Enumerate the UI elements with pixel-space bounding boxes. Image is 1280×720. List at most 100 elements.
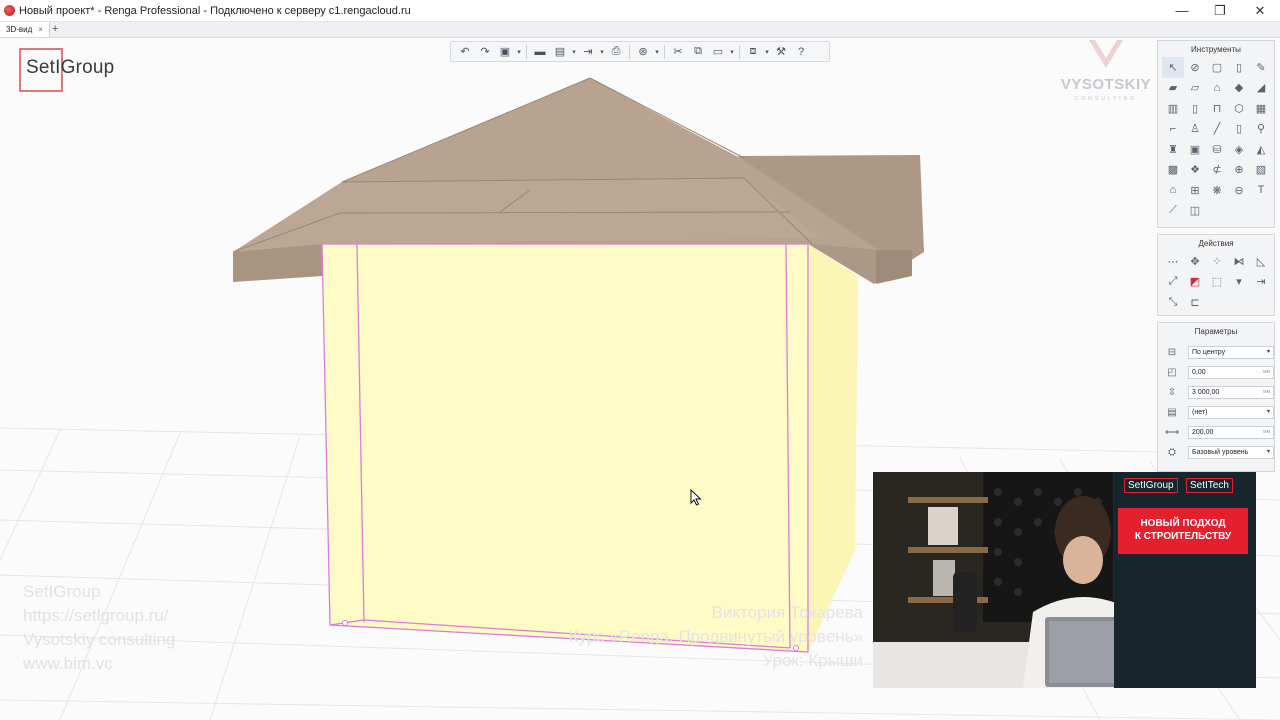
- fitting-icon[interactable]: ⊕: [1228, 160, 1250, 181]
- room-icon[interactable]: ▢: [1206, 57, 1228, 78]
- param-row-level: ⛭ Базовый уровень ▾: [1158, 442, 1274, 462]
- assembly-icon[interactable]: ❖: [1184, 160, 1206, 181]
- element-icon[interactable]: ♜: [1162, 139, 1184, 160]
- settings-wrench-icon[interactable]: ⚒: [771, 43, 791, 61]
- house-icon[interactable]: ⌂: [1162, 180, 1184, 201]
- axis-icon[interactable]: ⟋: [1162, 201, 1184, 222]
- split-icon[interactable]: ⬚: [1206, 272, 1228, 293]
- pencil-icon[interactable]: ✎: [1250, 57, 1272, 78]
- profile-icon[interactable]: ⊏: [1184, 292, 1206, 313]
- group-icon[interactable]: ❋: [1206, 180, 1228, 201]
- paste-icon[interactable]: ▭: [708, 43, 728, 61]
- railing-icon[interactable]: ⊓: [1206, 98, 1228, 119]
- offset-input[interactable]: 0,00 мм: [1188, 365, 1274, 379]
- foundation-icon[interactable]: ◭: [1250, 139, 1272, 160]
- watermark-line: Курс «Renga. Продвинутый уровень»: [568, 627, 863, 646]
- param-row-thickness: ⟷ 200,00 мм: [1158, 422, 1274, 442]
- align-icon[interactable]: ⤢: [1162, 272, 1184, 293]
- library-icon[interactable]: ⊞: [1184, 180, 1206, 201]
- panel-icon[interactable]: ▣: [1184, 139, 1206, 160]
- chevron-down-icon[interactable]: ▾: [570, 48, 578, 56]
- offset-tool-icon[interactable]: ⤡: [1162, 292, 1184, 313]
- parameters-panel: Параметры ⊟ По центру ▾ ◰ 0,00 мм ⇳ 3 000,…: [1157, 322, 1275, 472]
- stair-icon[interactable]: ▦: [1250, 98, 1272, 119]
- close-window-button[interactable]: ✕: [1240, 0, 1280, 21]
- chevron-down-icon[interactable]: ▾: [1228, 272, 1250, 293]
- tab-bar: 3D-вид × +: [0, 22, 1280, 38]
- slab-icon[interactable]: ◆: [1228, 78, 1250, 99]
- param-row-offset: ◰ 0,00 мм: [1158, 362, 1274, 382]
- minimize-button[interactable]: —: [1162, 0, 1202, 21]
- roof-tool-icon[interactable]: ⌂: [1206, 78, 1228, 99]
- figure-icon[interactable]: ♙: [1184, 119, 1206, 140]
- height-input[interactable]: 3 000,00 мм: [1188, 385, 1274, 399]
- column-icon[interactable]: ▯: [1228, 57, 1250, 78]
- mouse-cursor-icon: [690, 489, 702, 506]
- view-cube-icon[interactable]: ▣: [495, 43, 515, 61]
- mirror-icon[interactable]: ⧑: [1228, 251, 1250, 272]
- undo-icon[interactable]: ↶: [455, 43, 475, 61]
- watermark-right: Виктория Токарева Курс «Renga. Продвинут…: [569, 601, 863, 673]
- array-icon[interactable]: ⁘: [1206, 251, 1228, 272]
- pipe-icon[interactable]: ⌐: [1162, 119, 1184, 140]
- reinforcement-icon[interactable]: ⚲: [1250, 119, 1272, 140]
- alignment-select[interactable]: По центру ▾: [1188, 345, 1274, 359]
- chevron-down-icon[interactable]: ▾: [653, 48, 661, 56]
- window-tool-icon[interactable]: ▥: [1162, 98, 1184, 119]
- tag-icon[interactable]: ◈: [1228, 139, 1250, 160]
- banner-logo-setigroup: SetIGroup: [1124, 478, 1178, 493]
- text-icon[interactable]: T: [1250, 180, 1272, 201]
- add-tab-button[interactable]: +: [52, 23, 58, 35]
- help-icon[interactable]: ?: [791, 43, 811, 61]
- wall-side: [808, 244, 858, 652]
- extend-icon[interactable]: ⇥: [1250, 272, 1272, 293]
- save-icon[interactable]: ▤: [550, 43, 570, 61]
- sponsor-banner: SetIGroup SetITech НОВЫЙ ПОДХОД К СТРОИТ…: [1114, 472, 1256, 688]
- export-icon[interactable]: ⇥: [578, 43, 598, 61]
- maximize-button[interactable]: ❐: [1200, 0, 1240, 21]
- line-icon[interactable]: ╱: [1206, 119, 1228, 140]
- actions-panel: Действия ⋯ ✥ ⁘ ⧑ ◺ ⤢ ◩ ⬚ ▾ ⇥ ⤡ ⊏: [1157, 234, 1275, 316]
- chevron-down-icon[interactable]: ▾: [515, 48, 523, 56]
- param-row-height: ⇳ 3 000,00 мм: [1158, 382, 1274, 402]
- window-title: Новый проект* - Renga Professional - Под…: [19, 4, 411, 17]
- select-cursor-icon[interactable]: ↖: [1162, 57, 1184, 78]
- material-select[interactable]: (нет) ▾: [1188, 405, 1274, 419]
- level-select[interactable]: Базовый уровень ▾: [1188, 445, 1274, 459]
- alignment-icon: ⊟: [1167, 346, 1177, 358]
- join-icon[interactable]: ◩: [1184, 272, 1206, 293]
- open-folder-icon[interactable]: ▬: [530, 43, 550, 61]
- tab-3d-view[interactable]: 3D-вид ×: [0, 22, 50, 37]
- door-tool-icon[interactable]: ▯: [1184, 98, 1206, 119]
- grid-icon[interactable]: ▩: [1162, 160, 1184, 181]
- copy-icon[interactable]: ⧉: [688, 43, 708, 61]
- chevron-down-icon[interactable]: ▾: [728, 48, 736, 56]
- chevron-down-icon[interactable]: ▾: [763, 48, 771, 56]
- cut-icon[interactable]: ✂: [668, 43, 688, 61]
- ramp-icon[interactable]: ◢: [1250, 78, 1272, 99]
- chevron-down-icon[interactable]: ▾: [598, 48, 606, 56]
- watermark-line: SetIGroup: [23, 582, 101, 601]
- wall-tool-icon[interactable]: ▰: [1162, 78, 1184, 99]
- beam-icon[interactable]: ▱: [1184, 78, 1206, 99]
- webcam-overlay: SetIGroup SetITech НОВЫЙ ПОДХОД К СТРОИТ…: [873, 472, 1256, 688]
- vysotskiy-logo-subtitle: CONSULTING: [1074, 96, 1138, 102]
- wall-front: [322, 244, 808, 652]
- dimension-icon[interactable]: ⊖: [1228, 180, 1250, 201]
- move-icon[interactable]: ⋯: [1162, 251, 1184, 272]
- opening-icon[interactable]: ▯: [1228, 119, 1250, 140]
- shape-icon[interactable]: ◫: [1184, 201, 1206, 222]
- structure-icon[interactable]: ▧: [1250, 160, 1272, 181]
- detail-icon[interactable]: ⛁: [1206, 139, 1228, 160]
- duct-icon[interactable]: ⊄: [1206, 160, 1228, 181]
- rotate-icon[interactable]: ✥: [1184, 251, 1206, 272]
- trim-icon[interactable]: ◺: [1250, 251, 1272, 272]
- equipment-icon[interactable]: ⬡: [1228, 98, 1250, 119]
- tab-close-icon[interactable]: ×: [38, 25, 43, 34]
- redo-icon[interactable]: ↷: [475, 43, 495, 61]
- snap-icon[interactable]: ⊘: [1184, 57, 1206, 78]
- thickness-input[interactable]: 200,00 мм: [1188, 425, 1274, 439]
- print-icon[interactable]: ⎙: [606, 43, 626, 61]
- layers-icon[interactable]: ⧈: [743, 43, 763, 61]
- cloud-sync-icon[interactable]: ⊛: [633, 43, 653, 61]
